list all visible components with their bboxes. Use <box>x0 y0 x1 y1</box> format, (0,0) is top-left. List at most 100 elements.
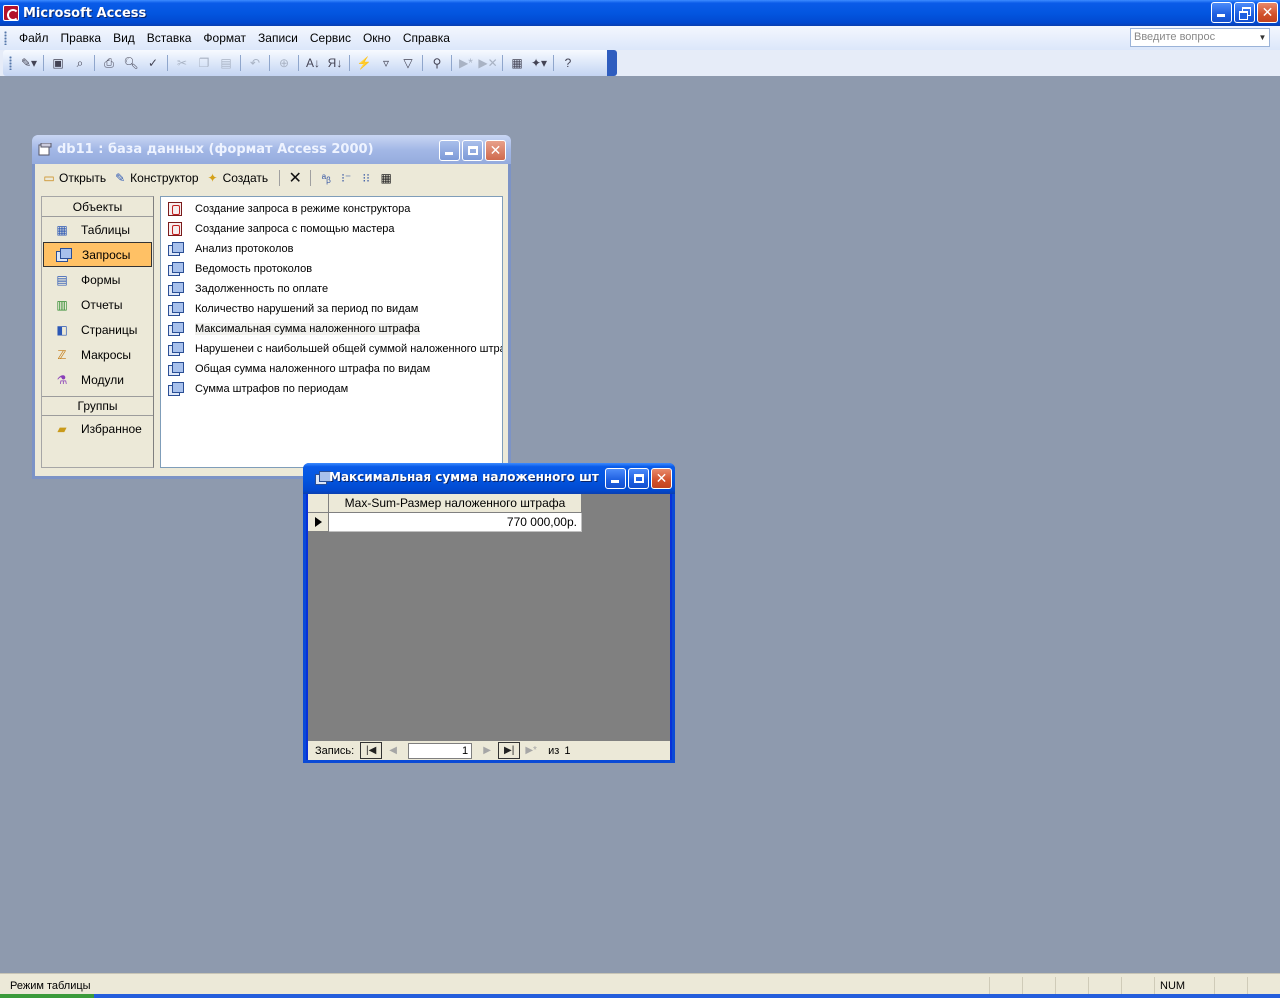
current-record-input[interactable]: 1 <box>408 742 473 759</box>
query-minimize-button[interactable] <box>605 468 626 489</box>
sort-ascending-icon[interactable]: A↓ <box>303 53 323 73</box>
ask-question-input[interactable]: Введите вопрос ▼ <box>1130 28 1270 47</box>
list-item-query-wizard[interactable]: Создание запроса с помощью мастера <box>161 219 502 239</box>
menu-tools[interactable]: Сервис <box>304 31 357 45</box>
hyperlink-icon[interactable]: ⊕ <box>274 53 294 73</box>
new-record-button[interactable]: ▶* <box>520 742 542 759</box>
record-total: 1 <box>564 744 571 757</box>
app-close-button[interactable]: ✕ <box>1257 2 1278 23</box>
filter-by-form-icon[interactable]: ▿ <box>376 53 396 73</box>
help-icon[interactable]: ? <box>558 53 578 73</box>
query-maximize-button[interactable] <box>628 468 649 489</box>
new-record-icon[interactable]: ▶* <box>456 53 476 73</box>
print-icon[interactable]: ⎙ <box>99 53 119 73</box>
delete-record-icon[interactable]: ▶✕ <box>478 53 498 73</box>
small-icons-view-icon[interactable]: ⁝⁻ <box>336 169 356 187</box>
database-window-title: db11 : база данных (формат Access 2000) <box>57 142 374 157</box>
design-button[interactable]: ✎ Конструктор <box>112 170 198 186</box>
db-maximize-button[interactable] <box>462 140 483 161</box>
list-item-design-wizard[interactable]: Создание запроса в режиме конструктора <box>161 199 502 219</box>
access-app-icon[interactable] <box>3 5 19 21</box>
apply-filter-icon[interactable]: ▽ <box>398 53 418 73</box>
find-icon[interactable]: ⚲ <box>427 53 447 73</box>
list-item-query[interactable]: Нарушенеи с наибольшей общей суммой нало… <box>161 339 502 359</box>
last-record-button[interactable]: ▶| <box>498 742 521 759</box>
list-item-query[interactable]: Общая сумма наложенного штрафа по видам <box>161 359 502 379</box>
copy-icon[interactable]: ❐ <box>194 53 214 73</box>
query-icon <box>315 471 331 485</box>
list-item-query[interactable]: Количество нарушений за период по видам <box>161 299 502 319</box>
objects-header[interactable]: Объекты <box>42 197 153 217</box>
menu-edit[interactable]: Правка <box>55 31 108 45</box>
object-label: Формы <box>81 272 121 287</box>
db-minimize-button[interactable] <box>439 140 460 161</box>
menu-records[interactable]: Записи <box>252 31 304 45</box>
open-button[interactable]: ▭ Открыть <box>41 170 106 186</box>
first-record-button[interactable]: |◀ <box>360 742 383 759</box>
new-object-icon[interactable]: ✦▾ <box>529 53 549 73</box>
paste-icon[interactable]: ▤ <box>216 53 236 73</box>
new-record-icon: ▶* <box>525 745 537 756</box>
view-icon[interactable]: ✎▾ <box>19 53 39 73</box>
chevron-down-icon[interactable]: ▼ <box>1257 30 1268 45</box>
query-close-button[interactable]: ✕ <box>651 468 672 489</box>
toolbar-options-chevron[interactable] <box>607 50 617 76</box>
database-window-toolbar: ▭ Открыть ✎ Конструктор ✦ Создать ✕ ᵃᵦ ⁝… <box>35 164 508 192</box>
table-cell[interactable]: 770 000,00р. <box>329 513 582 532</box>
menu-file[interactable]: Файл <box>13 31 55 45</box>
large-icons-view-icon[interactable]: ᵃᵦ <box>316 169 336 187</box>
column-header[interactable]: Max-Sum-Размер наложенного штрафа <box>329 494 582 513</box>
app-restore-button[interactable] <box>1234 2 1255 23</box>
status-cell <box>1022 976 1055 996</box>
menubar-grip[interactable] <box>4 31 7 45</box>
toolbar-grip[interactable] <box>9 56 12 70</box>
record-selector[interactable] <box>308 513 329 532</box>
cut-icon[interactable]: ✂ <box>172 53 192 73</box>
create-button[interactable]: ✦ Создать <box>205 170 269 186</box>
database-window: db11 : база данных (формат Access 2000) … <box>32 135 511 479</box>
db-close-button[interactable]: ✕ <box>485 140 506 161</box>
menu-view[interactable]: Вид <box>107 31 141 45</box>
objects-pane: Объекты ▦ Таблицы Запросы ▤ Формы ▥ Отче… <box>41 196 154 468</box>
details-view-icon[interactable]: ▦ <box>376 169 396 187</box>
object-forms[interactable]: ▤ Формы <box>43 267 152 292</box>
groups-header[interactable]: Группы <box>42 396 153 416</box>
object-queries[interactable]: Запросы <box>43 242 152 267</box>
list-view-icon[interactable]: ⁝⁝ <box>356 169 376 187</box>
menu-help[interactable]: Справка <box>397 31 456 45</box>
next-record-button[interactable]: ▶ <box>476 742 498 759</box>
save-icon[interactable]: ▣ <box>48 53 68 73</box>
select-all-corner[interactable] <box>308 494 329 513</box>
list-item-query[interactable]: Сумма штрафов по периодам <box>161 379 502 399</box>
undo-icon[interactable]: ↶ <box>245 53 265 73</box>
query-icon <box>167 361 184 377</box>
menu-window[interactable]: Окно <box>357 31 397 45</box>
database-window-titlebar[interactable]: db11 : база данных (формат Access 2000) … <box>32 135 511 164</box>
filter-by-selection-icon[interactable]: ⚡ <box>354 53 374 73</box>
app-minimize-button[interactable] <box>1211 2 1232 23</box>
list-item-query[interactable]: Ведомость протоколов <box>161 259 502 279</box>
menu-insert[interactable]: Вставка <box>141 31 198 45</box>
print-preview-icon[interactable]: 🔍︎ <box>121 53 141 73</box>
object-macros[interactable]: ℤ Макросы <box>43 342 152 367</box>
object-tables[interactable]: ▦ Таблицы <box>43 217 152 242</box>
list-item-query[interactable]: Задолженность по оплате <box>161 279 502 299</box>
file-search-icon[interactable]: ⌕ <box>70 53 90 73</box>
list-item-label: Количество нарушений за период по видам <box>195 303 419 315</box>
object-reports[interactable]: ▥ Отчеты <box>43 292 152 317</box>
group-favorites[interactable]: ▰ Избранное <box>43 416 152 441</box>
list-item-label: Анализ протоколов <box>195 243 294 255</box>
object-modules[interactable]: ⚗ Модули <box>43 367 152 392</box>
list-item-query[interactable]: Анализ протоколов <box>161 239 502 259</box>
previous-record-button[interactable]: ◀ <box>382 742 404 759</box>
database-window-icon[interactable]: ▦ <box>507 53 527 73</box>
object-label: Отчеты <box>81 297 123 312</box>
list-item-query-highlighted[interactable]: Максимальная сумма наложенного штрафа <box>161 319 502 339</box>
object-pages[interactable]: ◧ Страницы <box>43 317 152 342</box>
status-cell <box>1121 976 1154 996</box>
query-window-titlebar[interactable]: Максимальная сумма наложенного штр... ✕ <box>303 463 675 494</box>
delete-icon[interactable]: ✕ <box>285 169 305 187</box>
sort-descending-icon[interactable]: Я↓ <box>325 53 345 73</box>
spelling-icon[interactable]: ✓ <box>143 53 163 73</box>
menu-format[interactable]: Формат <box>197 31 252 45</box>
